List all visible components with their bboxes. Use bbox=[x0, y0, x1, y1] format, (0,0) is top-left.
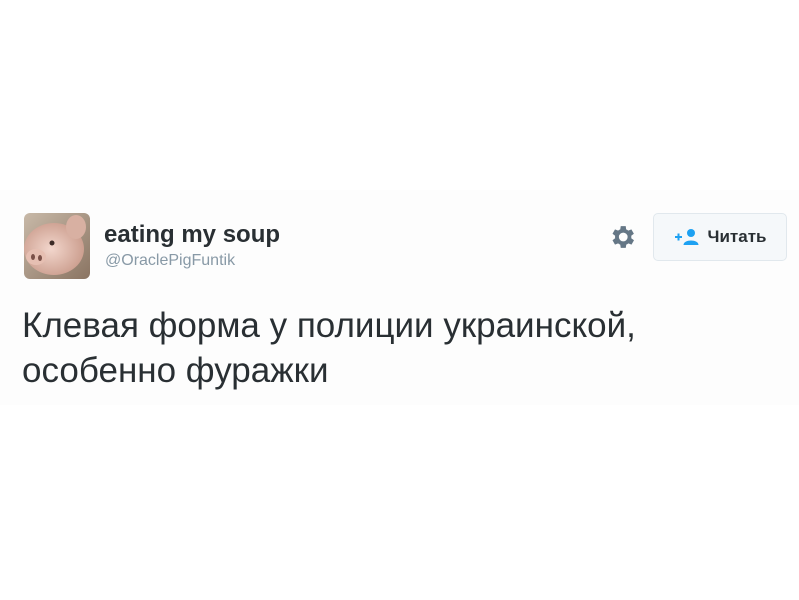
author-display-name[interactable]: eating my soup bbox=[104, 220, 280, 250]
tweet-text: Клевая форма у полиции украинской, особе… bbox=[22, 303, 782, 393]
tweet-text-line: особенно фуражки bbox=[22, 351, 329, 390]
follow-user-icon bbox=[674, 228, 700, 246]
pig-avatar-icon[interactable] bbox=[24, 213, 90, 279]
follow-button-label: Читать bbox=[707, 227, 767, 246]
tweet-text-line: Клевая форма у полиции украинской, bbox=[22, 306, 636, 345]
author-handle[interactable]: @OraclePigFuntik bbox=[105, 251, 235, 271]
follow-button[interactable]: Читать bbox=[653, 213, 787, 261]
gear-icon[interactable] bbox=[607, 222, 637, 252]
